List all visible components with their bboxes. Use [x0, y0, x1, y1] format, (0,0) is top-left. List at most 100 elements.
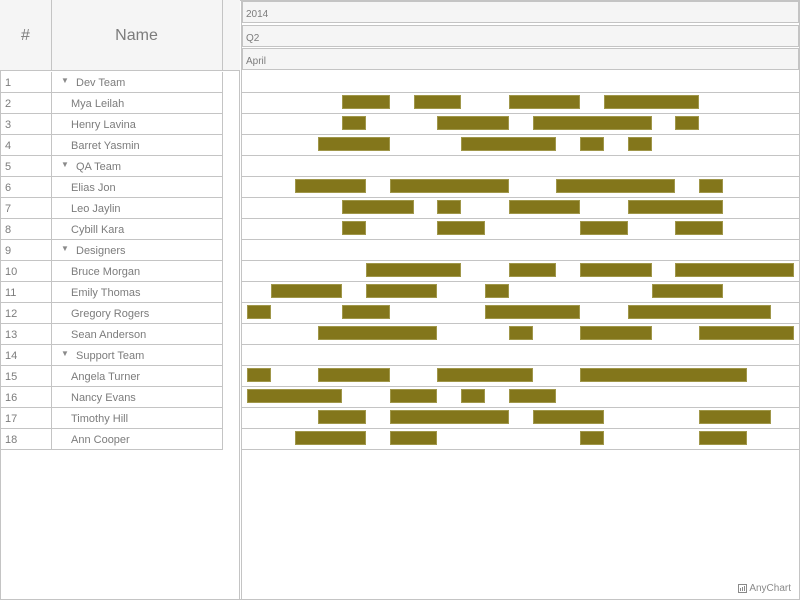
period-bar[interactable] — [508, 95, 581, 109]
period-bar[interactable] — [580, 263, 652, 277]
period-bar[interactable] — [604, 95, 700, 109]
period-bar[interactable] — [485, 284, 509, 298]
period-bar[interactable] — [318, 410, 366, 424]
period-bar[interactable] — [342, 200, 414, 214]
collapse-triangle-icon[interactable]: ▼ — [61, 160, 69, 169]
period-bar[interactable] — [389, 389, 438, 403]
table-row[interactable]: 11 Emily Thomas — [0, 282, 223, 303]
period-bar[interactable] — [247, 389, 343, 403]
group-row[interactable]: 9 ▼ Designers — [0, 240, 223, 261]
table-row[interactable]: 3 Henry Lavina — [0, 114, 223, 135]
period-bar[interactable] — [437, 116, 509, 130]
period-bar[interactable] — [294, 179, 366, 193]
period-bar[interactable] — [342, 95, 390, 109]
row-number: 7 — [5, 203, 12, 215]
period-bar[interactable] — [699, 431, 747, 445]
period-bar[interactable] — [556, 179, 676, 193]
period-bar[interactable] — [580, 137, 604, 151]
period-bar[interactable] — [627, 305, 771, 319]
period-bar[interactable] — [366, 263, 462, 277]
table-row[interactable]: 16 Nancy Evans — [0, 387, 223, 408]
period-bar[interactable] — [675, 116, 700, 130]
period-bar[interactable] — [413, 95, 462, 109]
table-row[interactable]: 15 Angela Turner — [0, 366, 223, 387]
period-bar[interactable] — [699, 179, 723, 193]
column-header-number[interactable]: # — [0, 0, 52, 71]
period-bar[interactable] — [651, 284, 723, 298]
period-bar[interactable] — [580, 431, 604, 445]
period-bar[interactable] — [437, 368, 533, 382]
group-name: Designers — [76, 245, 126, 257]
period-bar[interactable] — [508, 200, 581, 214]
period-bar[interactable] — [342, 305, 390, 319]
table-row[interactable]: 12 Gregory Rogers — [0, 303, 223, 324]
group-row[interactable]: 1 ▼ Dev Team — [0, 72, 223, 93]
data-grid-header: # Name — [0, 0, 240, 71]
period-bar[interactable] — [485, 305, 581, 319]
period-bar[interactable] — [580, 221, 628, 235]
timeline-header-quarter: Q2 — [242, 25, 799, 47]
timeline-row — [242, 303, 800, 324]
period-bar[interactable] — [318, 326, 438, 340]
period-bar[interactable] — [389, 179, 509, 193]
table-row[interactable]: 18 Ann Cooper — [0, 429, 223, 450]
period-bar[interactable] — [437, 200, 462, 214]
period-bar[interactable] — [675, 221, 723, 235]
group-row[interactable]: 5 ▼ QA Team — [0, 156, 223, 177]
row-number: 16 — [5, 392, 18, 404]
period-bar[interactable] — [389, 410, 509, 424]
group-name: QA Team — [76, 161, 122, 173]
period-bar[interactable] — [508, 263, 557, 277]
resource-name: Sean Anderson — [71, 329, 147, 341]
period-bar[interactable] — [699, 326, 795, 340]
row-number: 8 — [5, 224, 12, 236]
row-number: 1 — [5, 77, 12, 89]
timeline-row — [242, 72, 800, 93]
timeline-header: 2014 Q2 April — [242, 0, 800, 72]
period-bar[interactable] — [437, 221, 485, 235]
table-row[interactable]: 7 Leo Jaylin — [0, 198, 223, 219]
column-header-name[interactable]: Name — [51, 0, 223, 71]
timeline-row — [242, 366, 800, 387]
group-name: Support Team — [76, 350, 145, 362]
table-row[interactable]: 6 Elias Jon — [0, 177, 223, 198]
period-bar[interactable] — [461, 137, 557, 151]
period-bar[interactable] — [580, 326, 652, 340]
credits-label: AnyChart — [749, 583, 791, 594]
period-bar[interactable] — [318, 368, 390, 382]
table-row[interactable]: 10 Bruce Morgan — [0, 261, 223, 282]
period-bar[interactable] — [366, 284, 438, 298]
period-bar[interactable] — [294, 431, 366, 445]
credits[interactable]: AnyChart — [738, 583, 791, 594]
timeline-row — [242, 198, 800, 219]
timeline-row — [242, 177, 800, 198]
collapse-triangle-icon[interactable]: ▼ — [61, 349, 69, 358]
table-row[interactable]: 13 Sean Anderson — [0, 324, 223, 345]
table-row[interactable]: 4 Barret Yasmin — [0, 135, 223, 156]
period-bar[interactable] — [508, 389, 557, 403]
period-bar[interactable] — [532, 410, 604, 424]
period-bar[interactable] — [342, 221, 366, 235]
period-bar[interactable] — [627, 137, 652, 151]
table-row[interactable]: 17 Timothy Hill — [0, 408, 223, 429]
group-row[interactable]: 14 ▼ Support Team — [0, 345, 223, 366]
period-bar[interactable] — [627, 200, 723, 214]
period-bar[interactable] — [247, 305, 271, 319]
period-bar[interactable] — [699, 410, 771, 424]
period-bar[interactable] — [270, 284, 343, 298]
table-row[interactable]: 2 Mya Leilah — [0, 93, 223, 114]
period-bar[interactable] — [675, 263, 795, 277]
row-number: 5 — [5, 161, 12, 173]
period-bar[interactable] — [247, 368, 271, 382]
table-row[interactable]: 8 Cybill Kara — [0, 219, 223, 240]
period-bar[interactable] — [461, 389, 485, 403]
period-bar[interactable] — [580, 368, 747, 382]
period-bar[interactable] — [532, 116, 652, 130]
timeline-row — [242, 240, 800, 261]
collapse-triangle-icon[interactable]: ▼ — [61, 244, 69, 253]
period-bar[interactable] — [389, 431, 438, 445]
period-bar[interactable] — [342, 116, 366, 130]
collapse-triangle-icon[interactable]: ▼ — [61, 76, 69, 85]
period-bar[interactable] — [318, 137, 390, 151]
period-bar[interactable] — [508, 326, 533, 340]
